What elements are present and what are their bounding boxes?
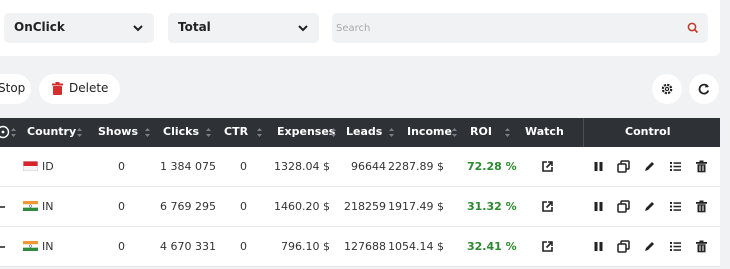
cell-expenses: 1460.20 $ <box>274 200 330 213</box>
cell-shows: 0 <box>118 160 125 173</box>
sort-icon[interactable] <box>330 127 337 138</box>
settings-button[interactable] <box>652 74 682 104</box>
gear-icon <box>661 83 673 95</box>
cell-roi: 72.28 % <box>467 160 517 173</box>
cell-clicks: 1 384 075 <box>160 160 216 173</box>
cell-country: ID <box>42 160 54 173</box>
table-row: IN 0 4 670 331 0 796.10 $ 127688 1054.14… <box>0 227 720 267</box>
col-header-country[interactable]: Country <box>27 125 76 138</box>
sort-icon[interactable] <box>10 127 17 138</box>
sort-icon[interactable] <box>504 127 511 138</box>
external-link-icon[interactable] <box>541 200 554 213</box>
sort-icon[interactable] <box>205 127 212 138</box>
flag-indonesia-icon <box>23 161 38 171</box>
table-row: IN 0 6 769 295 0 1460.20 $ 218259 1917.4… <box>0 187 720 227</box>
cell-roi: 31.32 % <box>467 200 517 213</box>
cell-leads: 127688 <box>344 240 386 253</box>
stop-button[interactable]: Stop <box>0 74 31 104</box>
list-icon[interactable] <box>669 160 682 173</box>
cell-expenses: 796.10 $ <box>281 240 330 253</box>
col-header-ctr[interactable]: CTR <box>224 125 248 138</box>
table-row: ID 0 1 384 075 0 1328.04 $ 96644 2287.89… <box>0 147 720 187</box>
col-header-watch: Watch <box>525 125 564 138</box>
sort-icon[interactable] <box>144 127 151 138</box>
external-link-icon[interactable] <box>541 160 554 173</box>
stop-button-label: Stop <box>0 81 26 95</box>
cell-ctr: 0 <box>240 160 247 173</box>
cell-income: 1917.49 $ <box>388 200 444 213</box>
col-header-leads[interactable]: Leads <box>346 125 382 138</box>
chevron-down-icon <box>133 25 143 32</box>
filter-panel: OnClick Total <box>0 0 720 56</box>
row-checkbox[interactable] <box>0 206 5 208</box>
type-select[interactable]: OnClick <box>4 13 154 43</box>
table-header: Country Shows Clicks CTR Expenses Leads … <box>0 118 720 147</box>
list-icon[interactable] <box>669 240 682 253</box>
delete-button[interactable]: Delete <box>39 74 120 104</box>
cell-roi: 32.41 % <box>467 240 517 253</box>
chevron-down-icon <box>298 25 308 32</box>
sort-icon[interactable] <box>451 127 458 138</box>
trash-icon[interactable] <box>695 160 708 173</box>
trash-icon <box>52 82 63 95</box>
flag-india-icon <box>23 241 38 251</box>
flag-india-icon <box>23 201 38 211</box>
edit-icon[interactable] <box>643 200 656 213</box>
row-checkbox[interactable] <box>0 246 5 248</box>
cell-income: 2287.89 $ <box>388 160 444 173</box>
search-icon[interactable] <box>686 21 700 35</box>
search-input[interactable] <box>336 17 676 39</box>
cell-leads: 218259 <box>344 200 386 213</box>
total-select[interactable]: Total <box>168 13 319 43</box>
refresh-icon <box>698 83 710 95</box>
cell-clicks: 4 670 331 <box>160 240 216 253</box>
cell-expenses: 1328.04 $ <box>274 160 330 173</box>
cell-country: IN <box>42 200 54 213</box>
list-icon[interactable] <box>669 200 682 213</box>
info-icon <box>0 125 10 139</box>
external-link-icon[interactable] <box>541 240 554 253</box>
pause-icon[interactable] <box>592 240 605 253</box>
copy-icon[interactable] <box>617 240 630 253</box>
sort-icon[interactable] <box>76 127 83 138</box>
edit-icon[interactable] <box>643 160 656 173</box>
col-header-roi[interactable]: ROI <box>470 125 492 138</box>
header-divider <box>583 118 584 147</box>
cell-ctr: 0 <box>240 240 247 253</box>
pause-icon[interactable] <box>592 160 605 173</box>
refresh-button[interactable] <box>689 74 719 104</box>
sort-icon[interactable] <box>256 127 263 138</box>
copy-icon[interactable] <box>617 200 630 213</box>
delete-button-label: Delete <box>69 81 109 95</box>
col-header-shows[interactable]: Shows <box>98 125 138 138</box>
col-header-income[interactable]: Income <box>407 125 452 138</box>
cell-clicks: 6 769 295 <box>160 200 216 213</box>
cell-income: 1054.14 $ <box>388 240 444 253</box>
copy-icon[interactable] <box>617 160 630 173</box>
sort-icon[interactable] <box>388 127 395 138</box>
search-box <box>332 13 708 43</box>
cell-shows: 0 <box>118 200 125 213</box>
col-header-clicks[interactable]: Clicks <box>163 125 199 138</box>
col-header-expenses[interactable]: Expenses <box>277 125 335 138</box>
cell-ctr: 0 <box>240 200 247 213</box>
col-header-control: Control <box>625 125 671 138</box>
trash-icon[interactable] <box>695 200 708 213</box>
cell-shows: 0 <box>118 240 125 253</box>
edit-icon[interactable] <box>643 240 656 253</box>
cell-country: IN <box>42 240 54 253</box>
cell-leads: 96644 <box>351 160 386 173</box>
trash-icon[interactable] <box>695 240 708 253</box>
pause-icon[interactable] <box>592 200 605 213</box>
total-select-value: Total <box>178 20 211 34</box>
type-select-value: OnClick <box>14 20 65 34</box>
